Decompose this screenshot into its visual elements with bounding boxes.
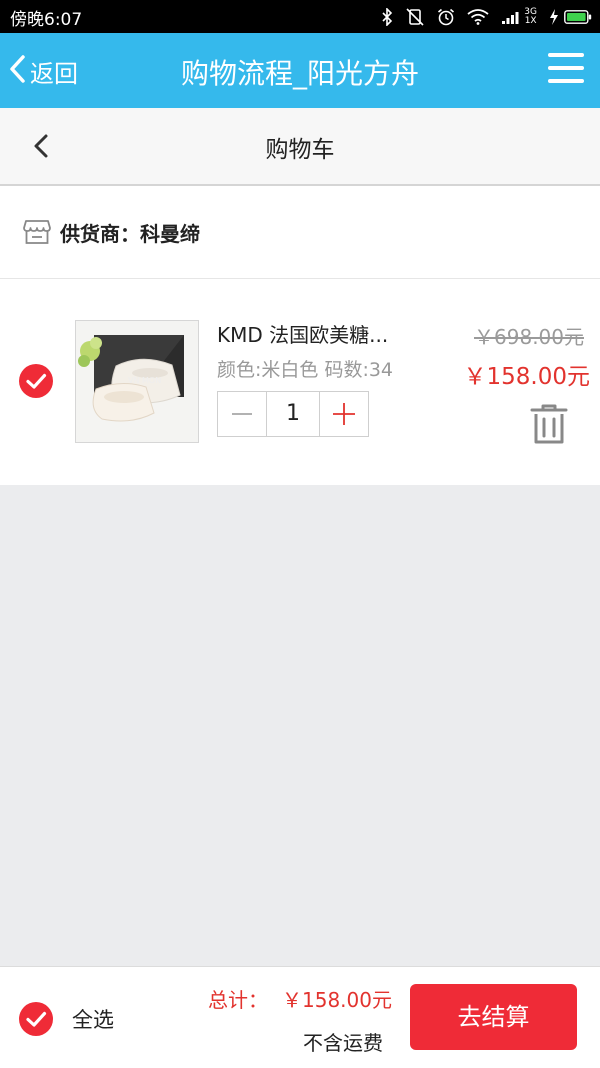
page-nav: 购物车 — [0, 108, 600, 186]
supplier-row: 供货商：科曼缔 — [0, 186, 600, 279]
quantity-value[interactable]: 1 — [266, 392, 320, 436]
cart-item: VN MON KMD 法国欧美糖... 颜色:米白色 码数:34 1 ￥698.… — [0, 279, 600, 485]
alarm-icon — [437, 8, 455, 26]
checkout-button[interactable]: 去结算 — [410, 984, 577, 1050]
status-time: 傍晚6:07 — [10, 10, 83, 30]
network-type: 3G 1X — [524, 6, 537, 26]
page-title: 购物车 — [265, 137, 335, 163]
quantity-stepper: 1 — [217, 391, 369, 437]
total-label: 总计： — [208, 988, 268, 1012]
charging-icon — [549, 8, 559, 25]
total-value: ￥158.00元 — [282, 988, 392, 1012]
status-bar: 傍晚6:07 3G 1X — [0, 0, 600, 33]
original-price: ￥698.00元 — [474, 325, 584, 349]
product-attributes: 颜色:米白色 码数:34 — [217, 359, 394, 381]
vibrate-off-icon — [405, 7, 425, 26]
signal-icon — [501, 9, 521, 25]
battery-icon — [564, 9, 592, 24]
app-header: 返回 购物流程_阳光方舟 — [0, 33, 600, 108]
plus-icon — [333, 403, 355, 425]
back-button[interactable]: 返回 — [8, 53, 78, 89]
supplier-label: 供货商：科曼缔 — [60, 222, 200, 246]
shipping-note: 不含运费 — [303, 1031, 383, 1055]
wifi-icon — [467, 8, 489, 25]
product-thumbnail[interactable]: VN MON — [75, 320, 199, 443]
select-all-checkbox[interactable] — [18, 1001, 54, 1037]
increase-button[interactable] — [320, 392, 368, 436]
select-all-label[interactable]: 全选 — [72, 1004, 114, 1034]
app-title: 购物流程_阳光方舟 — [180, 57, 419, 90]
item-checkbox[interactable] — [18, 363, 54, 399]
status-icons: 3G 1X — [369, 4, 592, 29]
trash-icon[interactable] — [530, 403, 568, 445]
minus-icon — [232, 413, 252, 415]
store-icon — [23, 219, 51, 245]
bluetooth-icon — [381, 7, 393, 26]
thumbnail-text: VN MON — [128, 376, 161, 385]
chevron-left-icon — [8, 54, 26, 88]
sale-price: ￥158.00元 — [463, 364, 590, 390]
network-type-label: 3G 1X — [524, 6, 537, 26]
menu-icon[interactable] — [548, 53, 584, 87]
decrease-button[interactable] — [218, 392, 266, 436]
bottom-bar: 全选 总计： ￥158.00元 不含运费 去结算 — [0, 966, 600, 1068]
back-label: 返回 — [30, 59, 78, 88]
product-name[interactable]: KMD 法国欧美糖... — [217, 319, 388, 348]
